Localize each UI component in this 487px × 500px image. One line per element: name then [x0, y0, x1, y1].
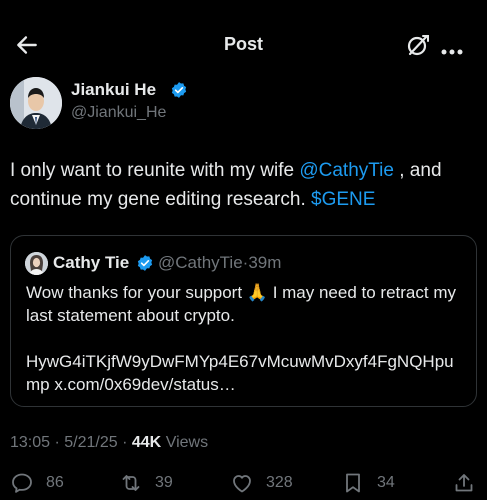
quoted-author-name[interactable]: Cathy Tie — [53, 253, 129, 273]
pray-emoji-icon: 🙏 — [246, 283, 268, 302]
author-avatar-image — [10, 77, 62, 129]
repost-count: 39 — [155, 474, 173, 491]
quoted-time[interactable]: 39m — [248, 253, 281, 272]
verified-badge-icon — [171, 82, 187, 98]
quoted-text-part: HywG4iTKjfW9yDwFMYp4E67vMcuwMvDxyf4FgNQH… — [26, 352, 454, 394]
views-label: Views — [165, 434, 209, 451]
author-handle[interactable]: @Jiankui_He — [71, 104, 166, 122]
author-name[interactable]: Jiankui He — [71, 80, 156, 100]
arrow-left-icon — [17, 36, 37, 54]
bookmark-count: 34 — [377, 474, 395, 491]
grok-icon — [407, 34, 429, 56]
reply-button[interactable]: 86 — [10, 470, 64, 496]
quoted-meta: @CathyTie·39m — [158, 253, 281, 273]
back-button[interactable] — [14, 32, 40, 58]
mention-link[interactable]: @CathyTie — [299, 160, 394, 181]
reply-count: 86 — [46, 474, 64, 491]
post-text: I only want to reunite with my wife @Cat… — [10, 156, 480, 214]
quoted-post[interactable]: Cathy Tie @CathyTie·39m Wow thanks for y… — [10, 235, 477, 407]
bookmark-icon — [346, 473, 360, 493]
quoted-text: Wow thanks for your support 🙏 I may need… — [26, 281, 466, 396]
post-author[interactable]: Jiankui He @Jiankui_He — [10, 77, 310, 131]
like-button[interactable]: 328 — [230, 470, 293, 496]
reply-icon — [12, 473, 32, 493]
share-button[interactable] — [452, 470, 476, 496]
repost-icon — [122, 475, 140, 491]
post-date[interactable]: 5/21/25 — [64, 434, 117, 451]
more-horizontal-icon — [441, 49, 463, 55]
quoted-avatar[interactable] — [25, 252, 48, 275]
post-time[interactable]: 13:05 — [10, 434, 50, 451]
quoted-avatar-image — [25, 252, 48, 275]
verified-badge-icon — [137, 255, 153, 271]
quoted-author-handle[interactable]: @CathyTie — [158, 253, 243, 272]
more-button[interactable] — [441, 42, 463, 55]
bookmark-button[interactable]: 34 — [341, 470, 395, 496]
repost-button[interactable]: 39 — [119, 470, 173, 496]
top-bar: Post — [0, 0, 487, 88]
avatar[interactable] — [10, 77, 62, 129]
quoted-text-part: Wow thanks for your support — [26, 283, 247, 302]
action-bar: 86 39 328 34 — [0, 470, 487, 498]
grok-button[interactable] — [405, 32, 431, 58]
post-text-part: I only want to reunite with my wife — [10, 160, 300, 181]
post-metadata: 13:05 · 5/21/25 · 44K Views — [10, 434, 209, 451]
share-icon — [455, 474, 473, 492]
heart-icon — [233, 475, 251, 493]
views-count[interactable]: 44K — [132, 434, 161, 451]
like-count: 328 — [266, 474, 293, 491]
cashtag-link[interactable]: $GENE — [311, 189, 375, 210]
